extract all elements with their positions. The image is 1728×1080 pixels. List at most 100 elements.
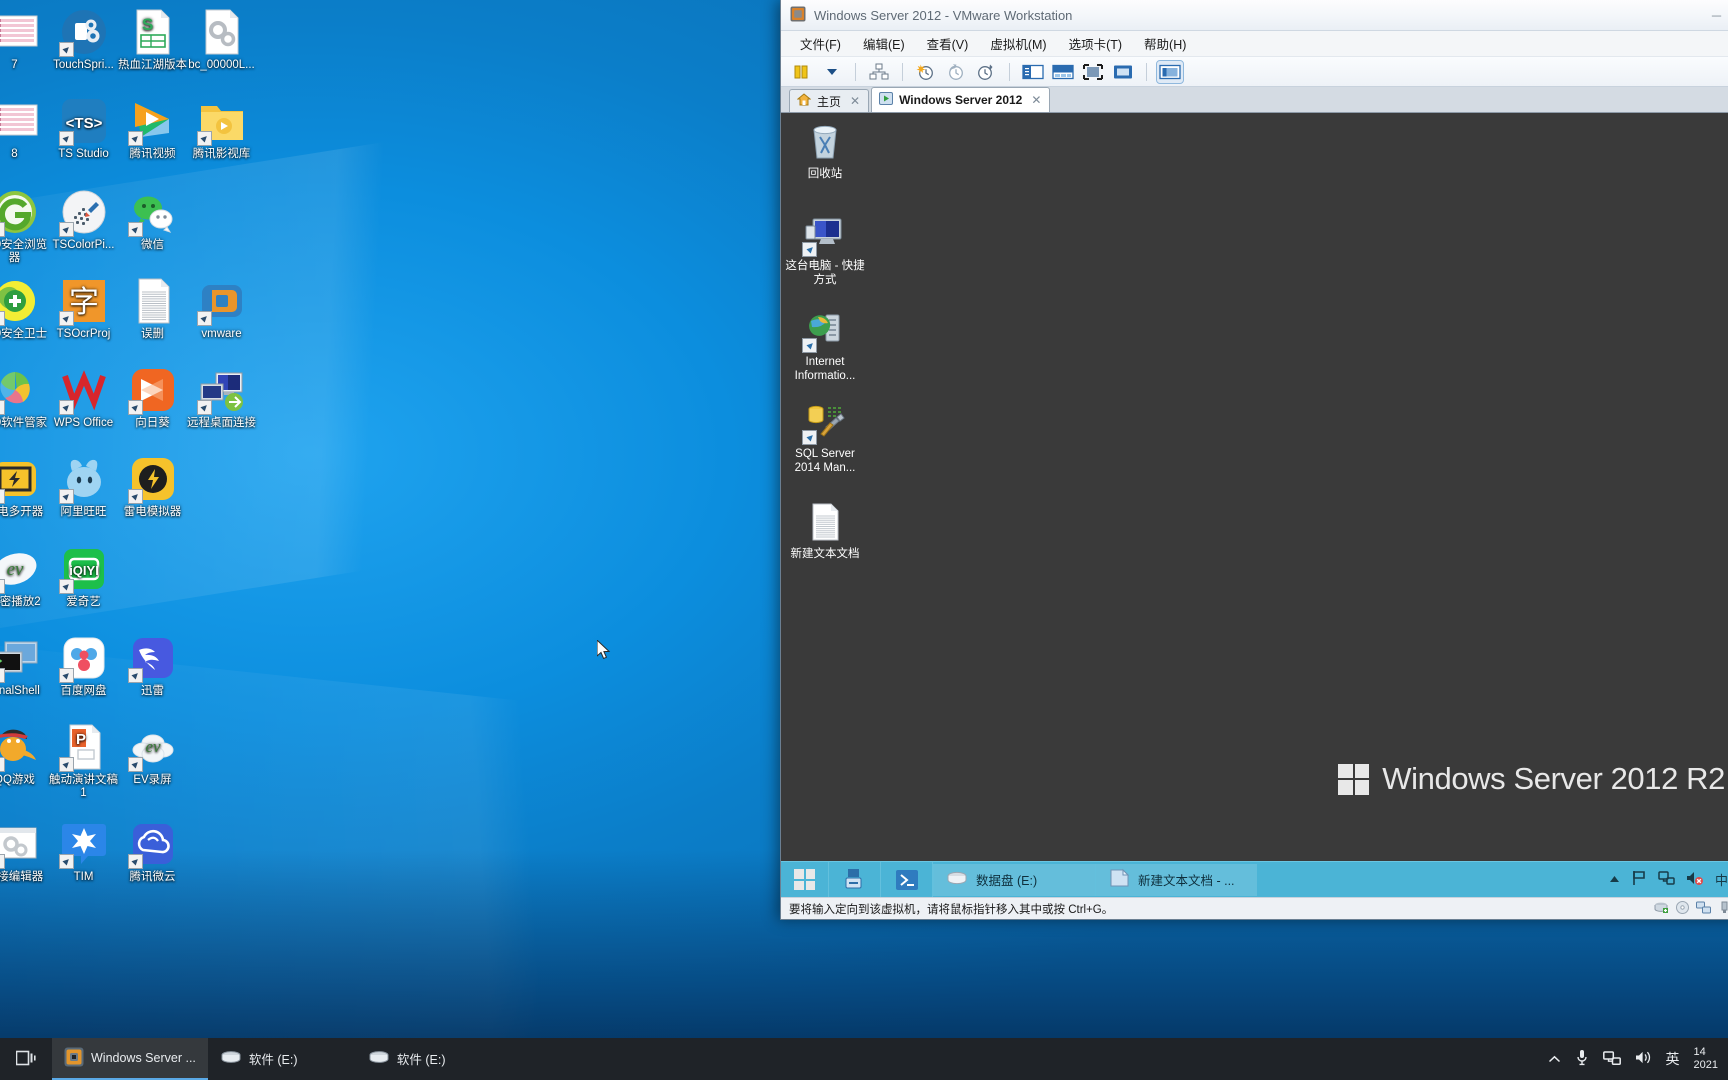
- guest-taskbar-tasks[interactable]: 数据盘 (E:) 新建文本文档 - ...: [933, 862, 1257, 898]
- close-icon[interactable]: ✕: [850, 94, 860, 108]
- vmware-device-status-icons[interactable]: [1654, 900, 1728, 917]
- enter-fullscreen-icon[interactable]: [1080, 61, 1106, 83]
- host-desktop-icon-ev-player-icon[interactable]: ev 加密播放2: [0, 545, 49, 609]
- volume-muted-icon[interactable]: [1686, 870, 1704, 889]
- host-taskbar-task[interactable]: 软件 (E:): [208, 1038, 356, 1080]
- close-icon[interactable]: ✕: [1031, 93, 1041, 107]
- hard-disk-icon[interactable]: [1654, 901, 1669, 917]
- host-desktop-icon-tsocrproj-icon[interactable]: 字 TSOcrProj: [49, 277, 118, 341]
- host-desktop-icon-vmware-icon[interactable]: vmware: [187, 277, 256, 341]
- vmware-title-bar[interactable]: Windows Server 2012 - VMware Workstation…: [781, 0, 1728, 31]
- host-desktop-icon-image-thumbnail-icon[interactable]: 7: [0, 8, 49, 72]
- guest-vm-screen[interactable]: 回收站这台电脑 - 快捷方式 Internet Informatio... SQL …: [781, 113, 1728, 897]
- host-desktop-icon-qq-games-icon[interactable]: QQ游戏: [0, 723, 49, 787]
- vmware-tab-vm[interactable]: Windows Server 2012 ✕: [871, 87, 1051, 112]
- vmware-menu-item-1[interactable]: 编辑(E): [854, 31, 914, 56]
- show-hidden-icons-icon[interactable]: [1609, 873, 1620, 887]
- show-sidebar-icon[interactable]: [1020, 61, 1046, 83]
- host-desktop-icon-text-document-icon[interactable]: 误删: [118, 277, 187, 341]
- network-icon[interactable]: [1658, 870, 1675, 889]
- host-taskbar-left[interactable]: Windows Server ... 软件 (E:) 软件 (E:): [0, 1038, 504, 1080]
- show-thumbnails-icon[interactable]: [1050, 61, 1076, 83]
- host-desktop-icon-ts-studio-icon[interactable]: <TS> TS Studio: [49, 97, 118, 161]
- host-desktop-icon-ldplayer-icon[interactable]: 雷电模拟器: [118, 455, 187, 519]
- host-desktop-icon-touchsprite-icon[interactable]: TouchSpri...: [49, 8, 118, 72]
- vmware-menu-item-5[interactable]: 帮助(H): [1135, 31, 1195, 56]
- guest-desktop-icon-recycle-bin-icon[interactable]: 回收站: [782, 121, 868, 181]
- show-hidden-icons-icon[interactable]: [1548, 1052, 1561, 1067]
- console-view-icon[interactable]: [1156, 59, 1184, 84]
- host-desktop-icon-connection-editor-icon[interactable]: 连接编辑器: [0, 820, 49, 884]
- host-desktop-icon-aliwangwang-icon[interactable]: 阿里旺旺: [49, 455, 118, 519]
- host-clock[interactable]: 14 2021: [1694, 1046, 1718, 1072]
- volume-icon[interactable]: [1635, 1050, 1652, 1068]
- host-ime-indicator[interactable]: 英: [1666, 1049, 1680, 1069]
- network-icon[interactable]: [1602, 1050, 1621, 1069]
- host-desktop-icon-powerpoint-doc-icon[interactable]: P 触动演讲文稿1: [49, 723, 118, 800]
- guest-start-button[interactable]: [781, 861, 829, 897]
- host-desktop-icon-360-safeguard-icon[interactable]: 360安全卫士: [0, 277, 49, 341]
- host-desktop-icon-thunder-icon[interactable]: 迅雷: [118, 634, 187, 698]
- snapshot-manager-icon[interactable]: [973, 61, 999, 83]
- host-system-tray[interactable]: 英 14 2021: [1548, 1046, 1728, 1072]
- guest-pinned-server-manager[interactable]: [829, 861, 881, 897]
- vmware-menu-bar[interactable]: 文件(F) 编辑(E) 查看(V) 虚拟机(M) 选项卡(T) 帮助(H): [781, 31, 1728, 57]
- host-desktop-icon-wps-office-icon[interactable]: WPS Office: [49, 366, 118, 430]
- guest-desktop-icon-text-document-icon[interactable]: 新建文本文档: [782, 501, 868, 561]
- host-taskbar-task[interactable]: Windows Server ...: [52, 1038, 208, 1080]
- guest-taskbar[interactable]: 数据盘 (E:) 新建文本文档 - ... 中: [781, 861, 1728, 897]
- guest-desktop-icon-this-pc-icon[interactable]: 这台电脑 - 快捷方式: [782, 213, 868, 287]
- guest-taskbar-task[interactable]: 新建文本文档 - ...: [1095, 863, 1257, 896]
- guest-system-tray[interactable]: 中: [1609, 870, 1728, 889]
- cd-dvd-icon[interactable]: [1676, 900, 1689, 917]
- vmware-menu-item-2[interactable]: 查看(V): [918, 31, 978, 56]
- host-desktop-icon-generic-exe-icon[interactable]: bc_00000L...: [187, 8, 256, 72]
- host-desktop-icon-baidu-netdisk-icon[interactable]: 百度网盘: [49, 634, 118, 698]
- vmware-tab-bar[interactable]: 主页 ✕ Windows Server 2012 ✕: [781, 87, 1728, 113]
- vmware-menu-item-4[interactable]: 选项卡(T): [1060, 31, 1131, 56]
- microphone-icon[interactable]: [1575, 1049, 1589, 1069]
- host-desktop-icon-360-browser-icon[interactable]: 360安全浏览器: [0, 188, 49, 265]
- host-taskbar-tasks[interactable]: Windows Server ... 软件 (E:) 软件 (E:): [52, 1038, 504, 1080]
- host-taskbar-task[interactable]: 软件 (E:): [356, 1038, 504, 1080]
- host-desktop-icon-tscolorpicker-icon[interactable]: TSColorPi...: [49, 188, 118, 252]
- window-controls[interactable]: ─: [1694, 0, 1728, 30]
- power-dropdown-icon[interactable]: [819, 61, 845, 83]
- vmware-menu-item-0[interactable]: 文件(F): [791, 31, 850, 56]
- host-desktop-icon-weiyun-icon[interactable]: 腾讯微云: [118, 820, 187, 884]
- minimize-button[interactable]: ─: [1694, 0, 1728, 30]
- host-desktop-icon-tencent-video-icon[interactable]: 腾讯视频: [118, 97, 187, 161]
- usb-icon[interactable]: [1718, 901, 1728, 917]
- host-desktop-icon-image-thumbnail-icon[interactable]: 8: [0, 97, 49, 161]
- vmware-menu-item-3[interactable]: 虚拟机(M): [981, 31, 1055, 56]
- host-desktop-icon-tencent-media-folder-icon[interactable]: 腾讯影视库: [187, 97, 256, 161]
- manage-snapshots-icon[interactable]: [866, 61, 892, 83]
- guest-desktop-icon-sql-server-ssms-icon[interactable]: SQL Server 2014 Man...: [782, 401, 868, 475]
- task-view-button[interactable]: [0, 1038, 52, 1080]
- flag-action-center-icon[interactable]: [1631, 870, 1647, 889]
- unity-mode-icon[interactable]: [1110, 61, 1136, 83]
- host-desktop-icon-sunlogin-icon[interactable]: 向日葵: [118, 366, 187, 430]
- host-desktop-icon-wps-spreadsheet-icon[interactable]: S 热血江湖版本: [118, 8, 187, 72]
- network-adapter-icon[interactable]: [1696, 901, 1711, 917]
- guest-taskbar-task[interactable]: 数据盘 (E:): [933, 863, 1095, 896]
- vmware-tab-home[interactable]: 主页 ✕: [789, 89, 870, 112]
- host-desktop-icon-wechat-icon[interactable]: 微信: [118, 188, 187, 252]
- host-desktop-icon-360-software-manager-icon[interactable]: 360软件管家: [0, 366, 49, 430]
- power-pause-icon[interactable]: [789, 61, 815, 83]
- vmware-toolbar[interactable]: [781, 57, 1728, 87]
- host-desktop-icon-ldmultiplayer-icon[interactable]: 雷电多开器: [0, 455, 49, 519]
- guest-ime-indicator[interactable]: 中: [1715, 870, 1728, 889]
- host-desktop-icon-iqiyi-icon[interactable]: iQIYI 爱奇艺: [49, 545, 118, 609]
- vmware-workstation-window[interactable]: Windows Server 2012 - VMware Workstation…: [780, 0, 1728, 920]
- host-desktop-icon-finalshell-icon[interactable]: FinalShell: [0, 634, 49, 698]
- guest-desktop-icon-iis-manager-icon[interactable]: Internet Informatio...: [782, 309, 868, 383]
- host-desktop-icon-ev-recorder-icon[interactable]: ev EV录屏: [118, 723, 187, 787]
- host-desktop-icon-remote-desktop-icon[interactable]: 远程桌面连接: [187, 366, 256, 430]
- host-taskbar[interactable]: Windows Server ... 软件 (E:) 软件 (E:) 英 14 20…: [0, 1038, 1728, 1080]
- take-snapshot-icon[interactable]: [913, 61, 939, 83]
- guest-pinned-powershell[interactable]: [881, 861, 933, 897]
- revert-snapshot-icon[interactable]: [943, 61, 969, 83]
- branding-text: Windows Server 2012 R2: [1382, 761, 1725, 796]
- host-desktop-icon-tim-icon[interactable]: TIM: [49, 820, 118, 884]
